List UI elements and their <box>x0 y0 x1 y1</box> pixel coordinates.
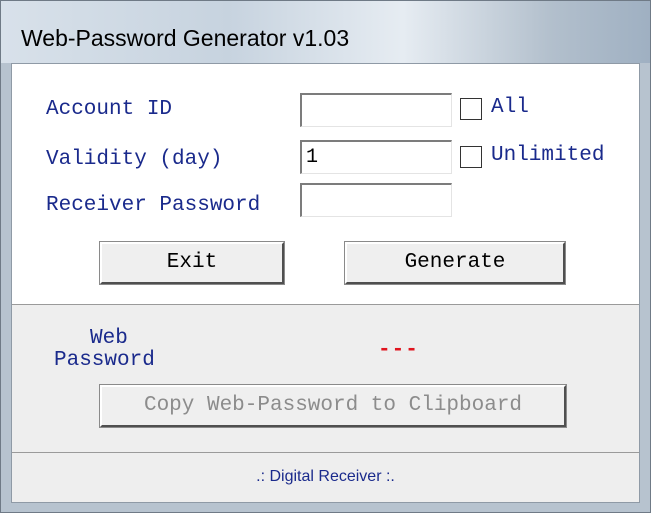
window-title: Web-Password Generator v1.03 <box>21 25 350 51</box>
validity-input[interactable] <box>300 140 452 174</box>
account-id-label: Account ID <box>46 98 173 121</box>
unlimited-checkbox[interactable] <box>460 146 482 168</box>
client-area: Account ID All Validity (day) Unlimited … <box>11 63 640 503</box>
generate-button[interactable]: Generate <box>345 242 565 284</box>
web-password-label-line2: Password <box>54 349 155 372</box>
title-bar[interactable]: Web-Password Generator v1.03 <box>1 1 650 63</box>
exit-button[interactable]: Exit <box>100 242 284 284</box>
status-panel: .: Digital Receiver :. <box>12 452 639 502</box>
validity-label: Validity (day) <box>46 148 223 171</box>
all-label: All <box>491 96 529 119</box>
receiver-password-input[interactable] <box>300 183 452 217</box>
unlimited-label: Unlimited <box>491 144 605 167</box>
web-password-label-line1: Web <box>90 327 128 350</box>
input-panel: Account ID All Validity (day) Unlimited … <box>12 64 639 304</box>
web-password-value: --- <box>378 339 419 362</box>
receiver-password-label: Receiver Password <box>46 194 261 217</box>
all-checkbox[interactable] <box>460 98 482 120</box>
app-window: Web-Password Generator v1.03 Account ID … <box>0 0 651 513</box>
account-id-input[interactable] <box>300 93 452 127</box>
result-panel: Web Password --- Copy Web-Password to Cl… <box>12 304 639 452</box>
copy-web-password-button[interactable]: Copy Web-Password to Clipboard <box>100 385 566 427</box>
footer-text: .: Digital Receiver :. <box>256 468 395 485</box>
